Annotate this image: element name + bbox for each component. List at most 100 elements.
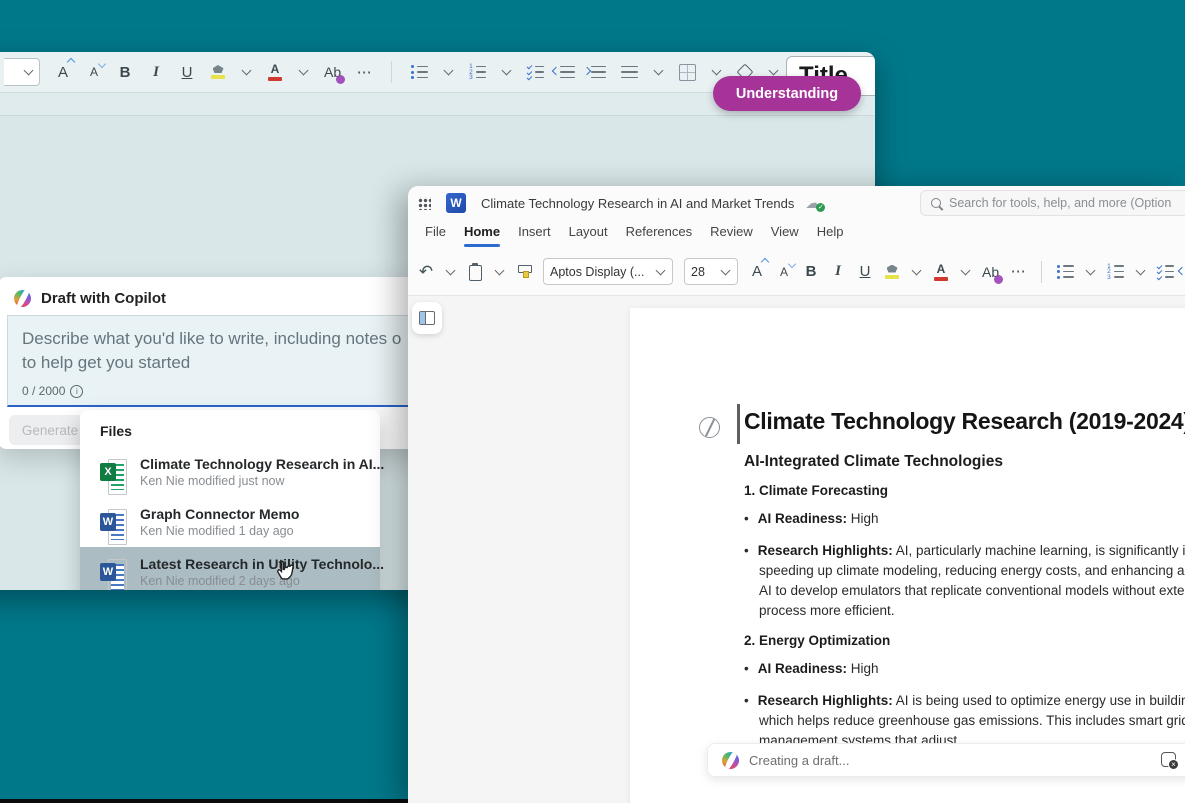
word-file-icon: W: [100, 509, 127, 536]
clear-formatting-icon[interactable]: Ab: [324, 59, 341, 85]
document-content: Climate Technology Research (2019-2024) …: [744, 408, 1185, 763]
understanding-badge[interactable]: Understanding: [713, 76, 861, 111]
pane-toggle-button[interactable]: [412, 302, 442, 334]
font-color-icon[interactable]: A: [933, 259, 949, 285]
tab-insert[interactable]: Insert: [509, 220, 560, 248]
word-logo-icon: W: [446, 193, 466, 213]
bullet-label: Research Highlights:: [758, 693, 893, 708]
document-area: Climate Technology Research (2019-2024) …: [408, 296, 1185, 803]
file-meta: Ken Nie modified 1 day ago: [140, 524, 299, 538]
outdent-icon[interactable]: [559, 59, 575, 85]
bullet-list-button[interactable]: [411, 59, 428, 85]
bullet-label: Research Highlights:: [758, 543, 893, 558]
word-window: W Climate Technology Research in AI and …: [408, 186, 1185, 803]
tab-help[interactable]: Help: [808, 220, 853, 248]
stop-generating-icon[interactable]: [1161, 752, 1176, 767]
bullet-list-icon[interactable]: [1057, 265, 1074, 279]
document-heading: 1. Climate Forecasting: [744, 483, 1185, 498]
italic-icon[interactable]: I: [148, 59, 164, 85]
bullet-list-button[interactable]: [1057, 259, 1074, 285]
bullet-continuation: which helps reduce greenhouse gas emissi…: [759, 711, 1185, 731]
document-title[interactable]: Climate Technology Research in AI and Ma…: [481, 196, 794, 211]
chevron-down-icon[interactable]: [1136, 265, 1146, 275]
plain-icon[interactable]: [560, 65, 575, 79]
line-spacing-icon[interactable]: [621, 59, 638, 85]
search-box[interactable]: Search for tools, help, and more (Option: [920, 190, 1185, 216]
underline-icon[interactable]: U: [857, 259, 873, 285]
more-options-icon[interactable]: ⋯: [356, 59, 372, 85]
bold-icon[interactable]: B: [803, 259, 819, 285]
chevron-down-icon[interactable]: [444, 66, 454, 76]
chevron-down-icon[interactable]: [242, 66, 252, 76]
undo-icon[interactable]: ↶: [418, 259, 434, 285]
chevron-down-icon[interactable]: [1086, 265, 1096, 275]
bullet-label: AI Readiness:: [758, 661, 847, 676]
tab-view[interactable]: View: [762, 220, 808, 248]
plain-icon[interactable]: [621, 65, 638, 79]
copilot-icon: [722, 752, 739, 769]
shrink-font-icon[interactable]: A: [86, 59, 102, 85]
paste-icon[interactable]: [467, 259, 483, 285]
chevron-down-icon[interactable]: [502, 66, 512, 76]
font-size-select[interactable]: 28: [684, 258, 738, 285]
title-bar: W Climate Technology Research in AI and …: [408, 186, 1185, 220]
tab-file[interactable]: File: [416, 220, 455, 248]
document-bullet: •AI Readiness: High: [744, 659, 1185, 679]
pane-icon: [419, 311, 435, 325]
info-icon: [70, 385, 83, 398]
grow-font-icon[interactable]: A: [749, 259, 765, 285]
app-launcher-icon[interactable]: [418, 197, 431, 210]
indent-icon[interactable]: [590, 59, 606, 85]
checklist-button[interactable]: [527, 59, 544, 85]
file-name: Latest Research in Utility Technolo...: [140, 556, 384, 572]
bold-icon[interactable]: B: [117, 59, 133, 85]
underline-icon[interactable]: U: [179, 59, 195, 85]
chevron-down-icon[interactable]: [961, 265, 971, 275]
highlighter-icon[interactable]: [210, 59, 226, 85]
chevron-down-icon[interactable]: [446, 265, 456, 275]
copilot-margin-icon[interactable]: [699, 417, 720, 438]
ribbon-toolbar: ↶Aptos Display (...28AABIUAAb⋯123: [408, 248, 1185, 296]
italic-icon[interactable]: I: [830, 259, 846, 285]
numbered-list-button[interactable]: 123: [469, 59, 486, 85]
numbered-list-icon[interactable]: 123: [469, 65, 486, 79]
more-options-icon[interactable]: ⋯: [1010, 259, 1026, 285]
file-list-item[interactable]: XClimate Technology Research in AI...Ken…: [80, 447, 380, 497]
checklist-icon[interactable]: [527, 65, 544, 79]
checklist-button[interactable]: [1157, 259, 1174, 285]
chevron-down-icon[interactable]: [299, 66, 309, 76]
checklist-icon[interactable]: [1157, 265, 1174, 279]
tab-review[interactable]: Review: [701, 220, 762, 248]
chevron-down-icon[interactable]: [495, 265, 505, 275]
tab-home[interactable]: Home: [455, 220, 509, 248]
plain-icon[interactable]: [591, 65, 606, 79]
font-name-select[interactable]: Aptos Display (...: [543, 258, 673, 285]
table-borders-icon[interactable]: [679, 59, 696, 85]
bullet-text: AI, particularly machine learning, is si…: [893, 543, 1185, 558]
font-size-select-partial[interactable]: [4, 58, 40, 86]
font-color-icon[interactable]: A: [267, 59, 283, 85]
chevron-down-icon: [24, 66, 34, 76]
word-file-icon: W: [100, 559, 127, 586]
document-bullet: •Research Highlights: AI is being used t…: [744, 691, 1185, 751]
tab-layout[interactable]: Layout: [560, 220, 617, 248]
highlighter-icon[interactable]: [884, 259, 900, 285]
chevron-down-icon[interactable]: [654, 66, 664, 76]
tab-references[interactable]: References: [617, 220, 701, 248]
document-page[interactable]: Climate Technology Research (2019-2024) …: [630, 308, 1185, 803]
shrink-font-icon[interactable]: A: [776, 259, 792, 285]
font-size-value: 28: [691, 265, 705, 279]
chevron-down-icon[interactable]: [912, 265, 922, 275]
format-painter-icon[interactable]: [516, 259, 532, 285]
clear-formatting-icon[interactable]: Ab: [982, 259, 999, 285]
chevron-down-icon[interactable]: [712, 66, 722, 76]
cloud-saved-icon: ☁: [805, 195, 823, 211]
bullet-list-icon[interactable]: [411, 65, 428, 79]
grow-font-icon[interactable]: A: [55, 59, 71, 85]
numbered-list-icon[interactable]: 123: [1107, 265, 1124, 279]
generate-button[interactable]: Generate: [9, 415, 91, 445]
numbered-list-button[interactable]: 123: [1107, 259, 1124, 285]
file-list-item[interactable]: WLatest Research in Utility Technolo...K…: [80, 547, 380, 590]
chevron-down-icon[interactable]: [769, 66, 779, 76]
file-list-item[interactable]: WGraph Connector MemoKen Nie modified 1 …: [80, 497, 380, 547]
